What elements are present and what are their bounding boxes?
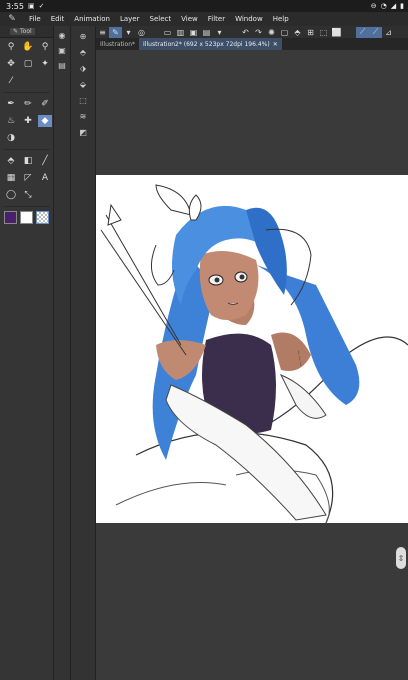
snap-ruler-icon[interactable]: ⟋	[356, 26, 369, 38]
save-file-icon[interactable]: ▣	[187, 27, 200, 38]
layers-icon[interactable]: ≋	[76, 110, 90, 122]
loading-icon[interactable]: ✺	[265, 27, 278, 38]
brush-icon[interactable]: ✐	[38, 98, 52, 110]
layer-icon[interactable]: ◉	[56, 30, 68, 41]
pen-icon[interactable]: ✒	[4, 98, 18, 110]
menu-help[interactable]: Help	[268, 15, 294, 23]
canvas-scroll-handle[interactable]: ⇕	[396, 547, 406, 569]
wifi-icon: ◔	[380, 2, 387, 10]
adjust-icon[interactable]: ◩	[76, 126, 90, 138]
tool-divider	[3, 206, 50, 207]
tool-palette: ✎ Tool ⚲ ✋ ⚲ ✥ ▢ ✦ ⁄ ✒ ✏ ✐ ♨ ✚ ◆ ◑ ⬘ ◧ ╱…	[0, 26, 54, 680]
fill-clear-icon[interactable]: ⬗	[76, 62, 90, 74]
frame-icon[interactable]: ▦	[4, 172, 18, 184]
fill-icon[interactable]: ⬘	[4, 155, 18, 167]
tab-illustration[interactable]: Illustration*	[96, 38, 139, 50]
eyedropper-icon[interactable]: ⁄	[4, 75, 18, 87]
menu-layer[interactable]: Layer	[115, 15, 145, 23]
sub-color-swatch[interactable]	[20, 211, 33, 224]
menu-edit[interactable]: Edit	[46, 15, 70, 23]
rotate-zoom-icon[interactable]: ⚲	[38, 41, 52, 53]
tool-tab-label: Tool	[20, 28, 32, 35]
check-notification-icon: ✓	[38, 2, 45, 10]
transparent-color-swatch[interactable]	[36, 211, 49, 224]
menu-window[interactable]: Window	[230, 15, 268, 23]
main-color-swatch[interactable]	[4, 211, 17, 224]
signal-icon: ◢	[390, 2, 397, 10]
rect-select-icon[interactable]: ▢	[21, 58, 35, 70]
search-icon[interactable]: ⊕	[76, 30, 90, 42]
undo-icon[interactable]: ↶	[239, 27, 252, 38]
eraser-icon[interactable]: ◆	[38, 115, 52, 127]
pencil-icon[interactable]: ✏	[21, 98, 35, 110]
fill-layer-icon[interactable]: ⬙	[76, 78, 90, 90]
pen-mode-icon[interactable]: ✎	[109, 26, 122, 38]
artwork-illustration: ~~~	[96, 175, 408, 523]
battery-icon: ▮	[400, 2, 404, 10]
ruler-icon[interactable]: ◸	[21, 172, 35, 184]
fill-cmd-icon[interactable]: ⬘	[291, 27, 304, 38]
airbrush-icon[interactable]: ♨	[4, 115, 18, 127]
move-icon[interactable]: ✥	[4, 58, 18, 70]
menu-view[interactable]: View	[176, 15, 203, 23]
tool-divider	[3, 149, 50, 150]
command-bar: ≡ ✎ ▾ ◎ ▭ ▥ ▣ ▤ ▾ ↶ ↷ ✺ ▢ ⬘ ⊞ ⬚ ⬜ ⟋ ⟋ ⊿	[96, 26, 408, 38]
status-time: 3:55	[6, 1, 24, 11]
zoom-icon[interactable]: ⚲	[4, 41, 18, 53]
tab-illustration2-label: Illustration2* (692 x 523px 72dpi 196.4%…	[143, 40, 270, 48]
transform-icon[interactable]: ⊞	[304, 27, 317, 38]
redo-icon[interactable]: ↷	[252, 27, 265, 38]
blend-icon[interactable]: ◑	[4, 132, 18, 144]
tool-tab[interactable]: ✎ Tool	[10, 28, 35, 35]
clear-icon[interactable]: ▢	[278, 27, 291, 38]
fill-bucket-icon[interactable]: ⬘	[76, 46, 90, 58]
magic-wand-icon[interactable]: ✦	[38, 58, 52, 70]
dropdown-icon[interactable]: ▾	[122, 27, 135, 38]
snap-special-icon[interactable]: ⟋	[369, 26, 382, 38]
balloon-icon[interactable]: ◯	[4, 189, 18, 201]
color-swatches	[0, 209, 53, 226]
snap-grid-icon[interactable]: ⊿	[382, 27, 395, 38]
invert-icon[interactable]: ⬜	[330, 27, 343, 38]
export-icon[interactable]: ▤	[200, 27, 213, 38]
camera-icon[interactable]: ◎	[135, 27, 148, 38]
tool-palette-header: ✎ Tool	[0, 26, 53, 38]
deselect-icon[interactable]: ⬚	[317, 27, 330, 38]
sub-tool-column: ◉ ▣ ▤	[54, 26, 71, 680]
system-status-bar: 3:55 ▣ ✓ ⊖ ◔ ◢ ▮	[0, 0, 408, 12]
gradient-icon[interactable]: ◧	[21, 155, 35, 167]
menu-bar: ✎ File Edit Animation Layer Select View …	[0, 12, 408, 26]
gallery-notification-icon: ▣	[27, 2, 35, 10]
close-tab-icon[interactable]: ✕	[273, 41, 278, 48]
menu-animation[interactable]: Animation	[69, 15, 115, 23]
hand-icon[interactable]: ✋	[21, 41, 35, 53]
select-layer-icon[interactable]: ⬚	[76, 94, 90, 106]
save-icon[interactable]: ▣	[56, 45, 68, 56]
document-tab-bar: Illustration* Illustration2* (692 x 523p…	[96, 38, 408, 50]
open-icon[interactable]: ▥	[174, 27, 187, 38]
page-icon[interactable]: ▤	[56, 60, 68, 71]
line-icon[interactable]: ╱	[38, 155, 52, 167]
app-logo-icon[interactable]: ✎	[4, 13, 20, 25]
menu-filter[interactable]: Filter	[203, 15, 230, 23]
menu-select[interactable]: Select	[145, 15, 177, 23]
tab-illustration2[interactable]: Illustration2* (692 x 523px 72dpi 196.4%…	[139, 38, 282, 50]
menu-toggle-icon[interactable]: ≡	[96, 27, 109, 38]
command-column: ⊕ ⬘ ⬗ ⬙ ⬚ ≋ ◩	[71, 26, 96, 680]
dnd-icon: ⊖	[370, 2, 377, 10]
correct-line-icon[interactable]: ⤡	[21, 189, 35, 201]
more-dropdown-icon[interactable]: ▾	[213, 27, 226, 38]
text-icon[interactable]: A	[38, 172, 52, 184]
new-file-icon[interactable]: ▭	[161, 27, 174, 38]
canvas-area[interactable]: ~~~ ⇕	[96, 50, 408, 680]
canvas-paper[interactable]: ~~~	[96, 175, 408, 523]
tool-divider	[3, 92, 50, 93]
decoration-icon[interactable]: ✚	[21, 115, 35, 127]
menu-file[interactable]: File	[24, 15, 46, 23]
pen-tab-icon: ✎	[13, 28, 19, 35]
